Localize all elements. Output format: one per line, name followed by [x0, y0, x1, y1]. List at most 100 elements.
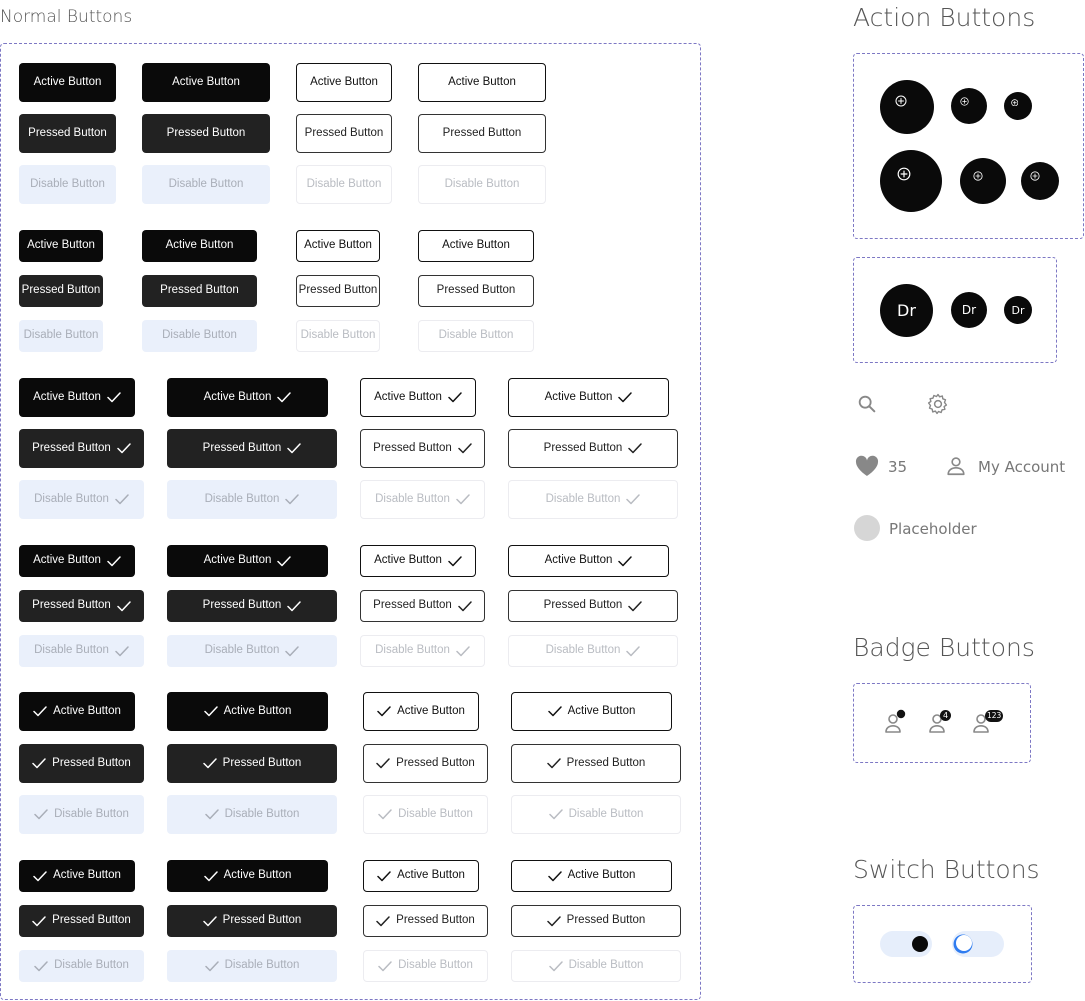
add-fab-large[interactable] — [880, 80, 934, 134]
check-icon — [626, 494, 641, 505]
active-button-filled-b4-c2[interactable]: Active Button — [167, 545, 328, 577]
gear-icon[interactable] — [926, 392, 950, 416]
active-button-outline-b6-c3[interactable]: Active Button — [363, 860, 479, 892]
active-button-outline-b5-c3[interactable]: Active Button — [363, 692, 479, 731]
pressed-button-filled-b2-c2[interactable]: Pressed Button — [142, 275, 257, 307]
check-icon — [287, 600, 302, 612]
check-icon — [456, 645, 470, 657]
active-button-filled-b6-c1[interactable]: Active Button — [19, 860, 135, 892]
pressed-button-outline-b6-c3[interactable]: Pressed Button — [363, 905, 488, 937]
check-icon — [204, 960, 219, 972]
add-fab-small-2[interactable] — [1021, 162, 1059, 200]
pressed-button-outline-b4-c4[interactable]: Pressed Button — [508, 590, 678, 622]
check-icon — [376, 758, 390, 769]
active-button-outline-b3-c3[interactable]: Active Button — [360, 378, 476, 417]
check-icon — [285, 494, 300, 505]
check-icon — [277, 392, 292, 403]
active-button-filled-b1-c2[interactable]: Active Button — [142, 63, 270, 102]
pressed-button-filled-b4-c2[interactable]: Pressed Button — [167, 590, 337, 622]
button-label: Pressed Button — [373, 599, 452, 612]
active-button-outline-b3-c4[interactable]: Active Button — [508, 378, 669, 417]
heart-icon[interactable] — [855, 455, 879, 477]
button-label: Disable Button — [568, 807, 644, 820]
add-fab-small[interactable] — [1004, 92, 1032, 120]
check-icon — [115, 494, 129, 505]
avatar-medium[interactable]: Dr — [951, 292, 987, 328]
button-label: Active Button — [448, 75, 516, 88]
pressed-button-outline-b3-c3[interactable]: Pressed Button — [360, 429, 485, 468]
switch-off[interactable] — [952, 931, 1004, 957]
switch-on[interactable] — [880, 931, 932, 957]
button-label: Pressed Button — [32, 441, 111, 454]
active-button-outline-b2-c4[interactable]: Active Button — [418, 230, 534, 262]
active-button-filled-b2-c1[interactable]: Active Button — [19, 230, 103, 262]
user-badge-dot[interactable] — [884, 709, 906, 735]
search-icon[interactable] — [856, 393, 878, 415]
active-button-outline-b2-c3[interactable]: Active Button — [296, 230, 380, 262]
check-icon — [376, 915, 390, 927]
button-label: Pressed Button — [166, 126, 246, 139]
pressed-button-outline-b3-c4[interactable]: Pressed Button — [508, 429, 678, 468]
pressed-button-filled-b6-c2[interactable]: Pressed Button — [167, 905, 337, 937]
active-button-filled-b1-c1[interactable]: Active Button — [19, 63, 116, 102]
button-label: Active Button — [544, 390, 613, 403]
button-label: Pressed Button — [222, 756, 302, 769]
check-icon — [628, 600, 643, 612]
user-icon[interactable] — [945, 455, 967, 477]
pressed-button-filled-b2-c1[interactable]: Pressed Button — [19, 275, 103, 307]
button-label: Pressed Button — [436, 284, 516, 297]
active-button-outline-b5-c4[interactable]: Active Button — [511, 692, 672, 731]
add-circle-icon — [897, 167, 925, 195]
active-button-outline-b1-c3[interactable]: Active Button — [296, 63, 392, 102]
pressed-button-filled-b4-c1[interactable]: Pressed Button — [19, 590, 144, 622]
button-label: Disable Button — [398, 959, 473, 972]
pressed-button-outline-b2-c3[interactable]: Pressed Button — [296, 275, 380, 307]
pressed-button-outline-b5-c3[interactable]: Pressed Button — [363, 744, 488, 783]
active-button-filled-b6-c2[interactable]: Active Button — [167, 860, 328, 892]
check-icon — [107, 392, 121, 403]
avatar-small[interactable]: Dr — [1004, 296, 1032, 324]
pressed-button-outline-b2-c4[interactable]: Pressed Button — [418, 275, 534, 307]
placeholder-label[interactable]: Placeholder — [889, 520, 977, 538]
add-fab-medium[interactable] — [951, 88, 987, 124]
add-fab-medium-2[interactable] — [960, 158, 1006, 204]
pressed-button-filled-b3-c1[interactable]: Pressed Button — [19, 429, 144, 468]
active-button-filled-b5-c2[interactable]: Active Button — [167, 692, 328, 731]
pressed-button-filled-b1-c1[interactable]: Pressed Button — [19, 114, 116, 153]
pressed-button-outline-b1-c4[interactable]: Pressed Button — [418, 114, 546, 153]
pressed-button-filled-b3-c2[interactable]: Pressed Button — [167, 429, 337, 468]
check-icon — [448, 555, 462, 567]
active-button-outline-b1-c4[interactable]: Active Button — [418, 63, 546, 102]
avatar-large[interactable]: Dr — [880, 284, 933, 337]
button-label: Active Button — [165, 239, 234, 252]
active-button-filled-b4-c1[interactable]: Active Button — [19, 545, 135, 577]
disable-button-outline-b2-c4: Disable Button — [418, 320, 534, 352]
button-label: Active Button — [33, 554, 101, 567]
user-badge-count[interactable]: 4 — [928, 709, 954, 735]
active-button-filled-b3-c2[interactable]: Active Button — [167, 378, 328, 417]
pressed-button-outline-b4-c3[interactable]: Pressed Button — [360, 590, 485, 622]
disable-button-outline-b3-c4: Disable Button — [508, 480, 678, 519]
active-button-filled-b3-c1[interactable]: Active Button — [19, 378, 135, 417]
active-button-outline-b4-c3[interactable]: Active Button — [360, 545, 476, 577]
my-account-link[interactable]: My Account — [978, 458, 1065, 476]
pressed-button-outline-b1-c3[interactable]: Pressed Button — [296, 114, 392, 153]
active-button-filled-b2-c2[interactable]: Active Button — [142, 230, 257, 262]
button-label: Pressed Button — [52, 914, 131, 927]
pressed-button-filled-b6-c1[interactable]: Pressed Button — [19, 905, 144, 937]
active-button-outline-b6-c4[interactable]: Active Button — [511, 860, 672, 892]
disable-button-outline-b1-c3: Disable Button — [296, 165, 392, 204]
pressed-button-filled-b5-c2[interactable]: Pressed Button — [167, 744, 337, 783]
pressed-button-filled-b5-c1[interactable]: Pressed Button — [19, 744, 144, 783]
button-label: Active Button — [33, 390, 101, 403]
active-button-filled-b5-c1[interactable]: Active Button — [19, 692, 135, 731]
pressed-button-filled-b1-c2[interactable]: Pressed Button — [142, 114, 270, 153]
add-fab-xlarge[interactable] — [880, 150, 942, 212]
disable-button-filled-b2-c2: Disable Button — [142, 320, 257, 352]
pressed-button-outline-b5-c4[interactable]: Pressed Button — [511, 744, 681, 783]
active-button-outline-b4-c4[interactable]: Active Button — [508, 545, 669, 577]
user-badge-large-count[interactable]: 123 — [972, 709, 1008, 735]
button-label: Active Button — [53, 869, 121, 882]
pressed-button-outline-b6-c4[interactable]: Pressed Button — [511, 905, 681, 937]
check-icon — [458, 600, 472, 612]
